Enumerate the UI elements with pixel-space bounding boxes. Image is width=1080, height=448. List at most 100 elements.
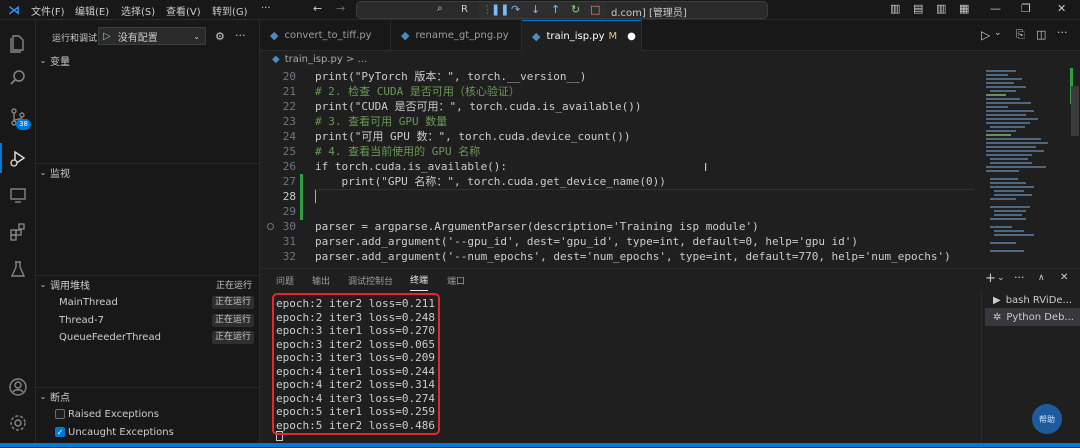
more-actions-icon[interactable]: ··· (1014, 271, 1025, 284)
python-file-icon: ◆ (401, 29, 410, 42)
stop-icon[interactable]: □ (590, 2, 600, 18)
debug-config-select[interactable]: ▷ 没有配置 ⌄ (98, 27, 206, 45)
menu-selection[interactable]: 选择(S) (121, 3, 155, 18)
account-icon[interactable] (0, 372, 36, 402)
minimize-icon[interactable]: — (990, 2, 1001, 15)
unsaved-dot-icon[interactable]: ● (627, 31, 636, 42)
callstack-title: 调用堆栈 (50, 281, 90, 292)
search-icon[interactable] (0, 63, 36, 93)
modified-marker: M (608, 30, 618, 42)
code-line: if torch.cuda.is_available(): (315, 160, 508, 173)
tab-ports[interactable]: 端口 (447, 269, 465, 291)
breadcrumb[interactable]: ◆ train_isp.py > ... (260, 51, 980, 68)
menu-edit[interactable]: 编辑(E) (75, 3, 109, 18)
split-editor-icon[interactable]: ◫ (1036, 28, 1046, 41)
search-icon: ⌕ (437, 3, 443, 14)
menu-file[interactable]: 文件(F) (31, 3, 65, 18)
tab-output[interactable]: 输出 (312, 269, 330, 291)
line-number: 25 (282, 145, 296, 158)
run-python-icon[interactable]: ▷ (981, 28, 990, 42)
maximize-panel-icon[interactable]: ∧ (1038, 273, 1045, 283)
title-bar: ⋊ 文件(F) 编辑(E) 选择(S) 查看(V) 转到(G) ··· ← → … (0, 0, 1080, 20)
layout-sidebar-icon[interactable]: ▥ (890, 2, 900, 15)
settings-gear-icon[interactable] (0, 408, 36, 438)
terminal-item-bash[interactable]: ▶ bash RViDe... (985, 291, 1080, 309)
debug-toolbar: ⋮ ❚❚ ↷ ↓ ↑ ↻ □ (478, 2, 606, 18)
layout-customize-icon[interactable]: ▦ (959, 2, 969, 15)
testing-flask-icon[interactable] (0, 254, 36, 284)
checkbox-checked[interactable]: ✓ (55, 427, 65, 437)
pause-icon[interactable]: ❚❚ (491, 2, 509, 18)
open-changes-icon[interactable]: ⎘ (1016, 28, 1025, 42)
scm-badge: 38 (16, 119, 31, 130)
line-number: 21 (282, 85, 296, 98)
scrollbar-thumb[interactable] (1071, 86, 1079, 136)
breakpoint-raised-exceptions[interactable]: Raised Exceptions (55, 406, 159, 422)
step-out-icon[interactable]: ↑ (551, 2, 560, 18)
tab-terminal[interactable]: 终端 (410, 269, 429, 291)
extensions-icon[interactable] (0, 217, 36, 247)
menu-view[interactable]: 查看(V) (166, 3, 201, 18)
thread-item[interactable]: Thread-7 正在运行 (36, 311, 260, 329)
editor-scrollbar[interactable] (1070, 68, 1080, 264)
start-debug-icon[interactable]: ▷ (103, 31, 111, 42)
back-arrow-icon[interactable]: ← (313, 2, 322, 15)
terminal-item-label: Python Deb... (1006, 311, 1074, 323)
remote-explorer-icon[interactable] (0, 180, 36, 210)
variables-section-header[interactable]: ⌄ 变量 (36, 51, 260, 69)
chevron-down-icon[interactable]: ⌄ (994, 28, 1002, 38)
step-into-icon[interactable]: ↓ (531, 2, 540, 18)
breakpoint-uncaught-exceptions[interactable]: ✓ Uncaught Exceptions (55, 424, 174, 440)
callstack-status: 正在运行 (215, 281, 252, 291)
debug-sidebar: 运行和调试 ▷ 没有配置 ⌄ ⚙ ··· ⌄ 变量 ⌄ 监视 ⌄ 调用堆栈 正在… (36, 20, 260, 447)
chevron-down-icon[interactable]: ⌄ (997, 273, 1005, 283)
watch-section-header[interactable]: ⌄ 监视 (36, 163, 260, 181)
minimap[interactable] (980, 68, 1068, 264)
run-debug-icon[interactable] (0, 143, 36, 173)
menu-more[interactable]: ··· (261, 3, 271, 14)
debug-config-value: 没有配置 (117, 32, 158, 44)
callstack-section-header[interactable]: ⌄ 调用堆栈 正在运行 (36, 275, 260, 293)
checkbox[interactable] (55, 409, 65, 419)
forward-arrow-icon[interactable]: → (336, 2, 345, 15)
thread-item[interactable]: QueueFeederThread 正在运行 (36, 328, 260, 346)
close-icon[interactable]: ✕ (1057, 2, 1066, 15)
chevron-down-icon: ⌄ (193, 31, 200, 41)
explorer-icon[interactable] (0, 28, 36, 58)
restore-icon[interactable]: ❐ (1021, 2, 1031, 15)
restart-icon[interactable]: ↻ (571, 2, 580, 18)
gear-icon[interactable]: ⚙ (215, 30, 225, 43)
line-number: 24 (282, 130, 296, 143)
breakpoints-section-header[interactable]: ⌄ 断点 (36, 387, 260, 405)
python-file-icon: ◆ (532, 29, 541, 43)
tab-debug-console[interactable]: 调试控制台 (348, 269, 393, 291)
code-editor[interactable]: I 20 print("PyTorch 版本：", torch.__version… (260, 68, 975, 264)
terminal-item-python-debug[interactable]: ✲ Python Deb... (985, 308, 1080, 326)
floating-help-button[interactable]: 帮助 (1032, 404, 1062, 434)
more-actions-icon[interactable]: ··· (235, 29, 246, 42)
close-panel-icon[interactable]: ✕ (1060, 272, 1068, 283)
new-terminal-plus-icon[interactable]: + (985, 271, 996, 286)
step-over-icon[interactable]: ↷ (511, 2, 520, 18)
layout-panel-icon[interactable]: ▤ (913, 2, 923, 15)
tab-train-isp[interactable]: ◆ train_isp.py M ● (522, 20, 642, 51)
line-number: 26 (282, 160, 296, 173)
more-actions-icon[interactable]: ··· (1057, 26, 1068, 39)
code-line: # 2. 检查 CUDA 是否可用（核心验证） (315, 85, 520, 98)
tab-problems[interactable]: 问题 (276, 269, 294, 291)
source-control-icon[interactable]: 38 (0, 102, 36, 132)
code-line: print("GPU 名称：", torch.cuda.get_device_n… (315, 175, 666, 188)
breakpoints-title: 断点 (50, 393, 70, 404)
code-line: print("PyTorch 版本：", torch.__version__) (315, 70, 587, 83)
tab-convert-to-tiff[interactable]: ◆ convert_to_tiff.py (260, 20, 391, 51)
code-line: parser.add_argument('--num_epochs', dest… (315, 250, 951, 263)
command-center-text-right: d.com] [管理员] (611, 8, 687, 19)
watch-title: 监视 (50, 169, 70, 180)
tab-rename-gt-png[interactable]: ◆ rename_gt_png.py (391, 20, 522, 51)
code-line: parser = argparse.ArgumentParser(descrip… (315, 220, 759, 233)
line-number: 30 (282, 220, 296, 233)
layout-secondary-icon[interactable]: ▥ (936, 2, 946, 15)
thread-item[interactable]: MainThread 正在运行 (36, 293, 260, 311)
terminal-list-divider (981, 291, 982, 448)
menu-go[interactable]: 转到(G) (212, 3, 248, 18)
